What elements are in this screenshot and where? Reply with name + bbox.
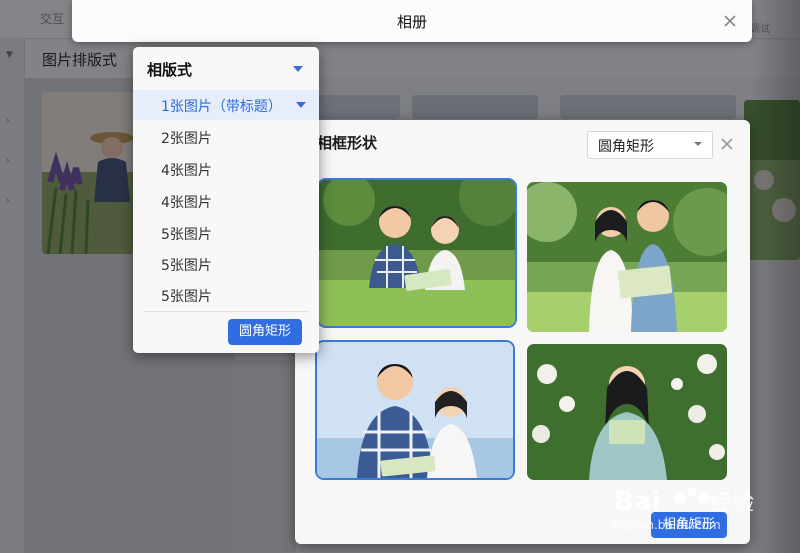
layout-option[interactable]: 4张图片 [133, 154, 319, 184]
layout-option[interactable]: 4张图片 [133, 186, 319, 216]
layout-option-label: 5张图片 [161, 289, 212, 305]
layout-option-label: 4张图片 [161, 163, 212, 179]
screen: 交互 调试 ▼ › › › 图片排版式 [0, 0, 800, 553]
layout-dropdown-header[interactable]: 相版式 [147, 59, 192, 80]
photo-boy-girl-reading-grass[interactable] [319, 180, 515, 326]
layout-option-label: 5张图片 [161, 227, 212, 243]
close-icon[interactable] [722, 13, 738, 29]
frame-shape-title: 相框形状 [317, 134, 378, 152]
layout-dropdown: 相版式 1张图片（带标题） 2张图片 4张图片 4张图片 5张图片 5张图片 5… [133, 47, 319, 353]
svg-text:Bai: Bai [614, 487, 660, 517]
album-dialog: 相册 [72, 0, 752, 42]
photo-girl-card-flowers[interactable] [527, 344, 727, 480]
apply-layout-button[interactable]: 圆角矩形 [228, 319, 302, 345]
album-dialog-title: 相册 [396, 13, 427, 31]
divider [143, 311, 309, 312]
layout-option[interactable]: 5张图片 [133, 280, 319, 310]
layout-option-label: 5张图片 [161, 258, 212, 274]
frame-shape-select[interactable]: 圆角矩形 [587, 131, 713, 159]
chevron-down-icon[interactable] [293, 65, 303, 73]
layout-option-label: 1张图片（带标题） [161, 99, 282, 115]
layout-option-label: 4张图片 [161, 195, 212, 211]
svg-text:经验: 经验 [710, 491, 754, 516]
chevron-down-icon [694, 142, 702, 146]
layout-option-label: 2张图片 [161, 131, 212, 147]
chevron-down-icon [296, 102, 306, 108]
layout-option[interactable]: 2张图片 [133, 122, 319, 152]
layout-option[interactable]: 5张图片 [133, 249, 319, 279]
photo-boy-girl-book-sky[interactable] [317, 342, 513, 478]
watermark-url: jingyan.baidu.com [610, 518, 721, 532]
close-icon[interactable] [719, 136, 735, 152]
layout-option[interactable]: 5张图片 [133, 218, 319, 248]
layout-option[interactable]: 1张图片（带标题） [133, 90, 319, 120]
edge-shadow [752, 0, 800, 553]
frame-shape-value: 圆角矩形 [598, 139, 654, 155]
photo-girl-boy-reading-trees[interactable] [527, 182, 727, 332]
